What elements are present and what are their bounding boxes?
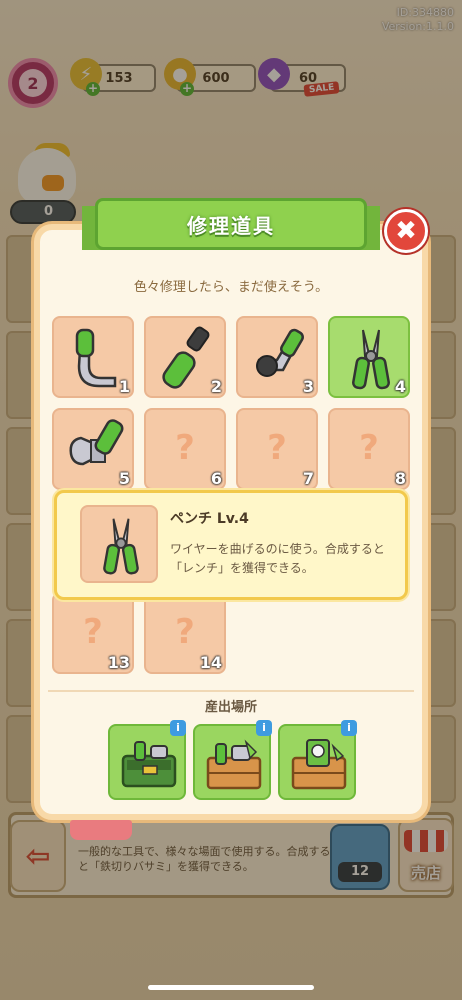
crate-icon: [291, 739, 347, 790]
slot-number: 1: [118, 377, 130, 396]
detail-thumbnail: [80, 505, 158, 583]
pliers-icon: [352, 329, 390, 390]
pliers-icon: [103, 518, 139, 575]
question-mark-icon: ?: [175, 428, 195, 468]
slot-number: 3: [302, 377, 314, 396]
slot-item-2[interactable]: 2: [144, 316, 226, 398]
bent-pipe-icon: [75, 328, 117, 388]
question-mark-icon: ?: [83, 612, 103, 652]
modal-title: 修理道具: [187, 213, 275, 238]
slot-item-4[interactable]: 4: [328, 316, 410, 398]
crate-icon: [206, 739, 262, 790]
question-mark-icon: ?: [359, 428, 379, 468]
slot-number: 8: [394, 469, 406, 488]
slot-number: 2: [210, 377, 222, 396]
modal-header: 修理道具: [95, 198, 367, 250]
source-title: 産出場所: [204, 700, 257, 715]
slot-number: 7: [302, 469, 314, 488]
modal-subtitle: 色々修理したら、まだ使えそう。: [133, 280, 329, 295]
question-mark-icon: ?: [175, 612, 195, 652]
slot-item-1[interactable]: 1: [52, 316, 134, 398]
question-mark-icon: ?: [267, 428, 287, 468]
toolbox-icon: [121, 741, 177, 788]
slot-number: 5: [118, 469, 130, 488]
detail-item-description: ワイヤーを曲げるのに使う。合成すると「レンチ」を獲得できる。: [170, 542, 385, 575]
close-icon: ✖: [395, 216, 417, 246]
wrench-icon: [69, 419, 124, 466]
slot-number: 4: [394, 377, 406, 396]
slot-item-5[interactable]: 5: [52, 408, 134, 490]
slot-unknown-8[interactable]: ? 8: [328, 408, 410, 490]
slot-unknown-7[interactable]: ? 7: [236, 408, 318, 490]
home-indicator[interactable]: [148, 985, 314, 990]
slot-number: 13: [107, 653, 130, 672]
slot-item-3[interactable]: 3: [236, 316, 318, 398]
slot-unknown-14[interactable]: ? 14: [144, 592, 226, 674]
slot-number: 6: [210, 469, 222, 488]
bookmark-tab: [70, 820, 132, 840]
slot-unknown-13[interactable]: ? 13: [52, 592, 134, 674]
hex-key-icon: [256, 328, 304, 377]
info-icon[interactable]: i: [256, 720, 272, 736]
slot-number: 14: [199, 653, 222, 672]
section-divider: [48, 690, 414, 692]
info-icon[interactable]: i: [341, 720, 357, 736]
close-button[interactable]: ✖: [384, 209, 428, 253]
detail-item-name: ペンチ Lv.4: [170, 511, 249, 527]
info-icon[interactable]: i: [170, 720, 186, 736]
screwdriver-icon: [162, 326, 210, 389]
slot-unknown-6[interactable]: ? 6: [144, 408, 226, 490]
